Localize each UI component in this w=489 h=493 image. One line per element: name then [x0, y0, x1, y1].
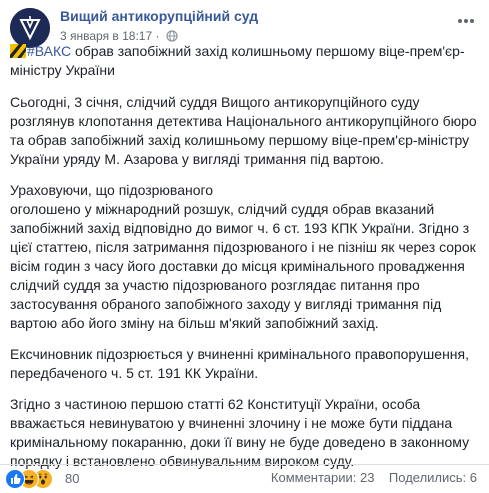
post-date-link[interactable]: 3 января в 18:17 [60, 29, 152, 43]
reaction-count: 80 [65, 471, 80, 486]
page-name-link[interactable]: Вищий антикорупційний суд [60, 8, 258, 24]
paragraph-1: Сьогодні, 3 січня, слідчий суддя Вищого … [10, 93, 480, 169]
text-line: Ексчиновник підозрюється у вчиненні крим… [10, 346, 470, 362]
hashtag-link[interactable]: #ВАКС [27, 43, 71, 59]
text-line: та обрав запобіжний захід колишньому пер… [10, 132, 470, 148]
shares-count-link[interactable]: Поделились: 6 [389, 470, 477, 485]
text-line: передбаченого ч. 5 ст. 191 КК України. [10, 365, 259, 381]
paragraph-3: Ексчиновник підозрюється у вчиненні крим… [10, 345, 480, 383]
more-dots-icon [458, 19, 474, 23]
text-line: оголошено у міжнародний розшук, слідчий … [10, 201, 435, 217]
text-line: Ураховуючи, що підозрюваного [10, 182, 214, 198]
text-line: кримінальному покаранню, доки її вину не… [10, 434, 470, 450]
text-line: розглянув клопотання детектива Національ… [10, 113, 477, 129]
headline-text: обрав запобіжний захід колишньому першом… [71, 43, 465, 59]
text-line: вважається невинуватою у вчиненні злочин… [10, 415, 453, 431]
globe-icon[interactable] [166, 30, 178, 42]
text-line: Сьогодні, 3 січня, слідчий суддя Вищого … [10, 94, 420, 110]
text-line: слідчий суддя за участю підозрюваного ро… [10, 277, 420, 293]
comments-count-link[interactable]: Комментарии: 23 [271, 470, 375, 485]
text-line: вартою або його зміну на більш м'який за… [10, 315, 379, 331]
text-line: України уряду М. Азарова у вигляді трима… [10, 151, 384, 167]
paragraph-2: Ураховуючи, що підозрюваного оголошено у… [10, 181, 480, 333]
post-footer: 80 Комментарии: 23 Поделились: 6 [0, 464, 489, 493]
text-line: вісім годин з часу його доставки до місц… [10, 258, 465, 274]
text-line: запобіжний захід відповідно до вимог ч. … [10, 220, 470, 236]
text-line: цієї статтею, після затримання підозрюва… [10, 239, 476, 255]
text-line: застосування обраного запобіжного заходу… [10, 296, 442, 312]
post-headline: #ВАКС обрав запобіжний захід колишньому … [10, 42, 480, 80]
text-line: Згідно з частиною першою статті 62 Конст… [10, 396, 421, 412]
warning-stripes-icon [10, 44, 26, 58]
headline-text-cont: міністру України [10, 62, 115, 78]
paragraph-4: Згідно з частиною першою статті 62 Конст… [10, 395, 480, 471]
post-meta: 3 января в 18:17 · [60, 29, 178, 43]
post-text: #ВАКС обрав запобіжний захід колишньому … [10, 42, 480, 471]
like-icon [5, 469, 25, 489]
more-options-button[interactable] [454, 14, 478, 28]
meta-separator: · [155, 29, 160, 43]
engagement-stats: Комментарии: 23 Поделились: 6 [271, 470, 477, 485]
